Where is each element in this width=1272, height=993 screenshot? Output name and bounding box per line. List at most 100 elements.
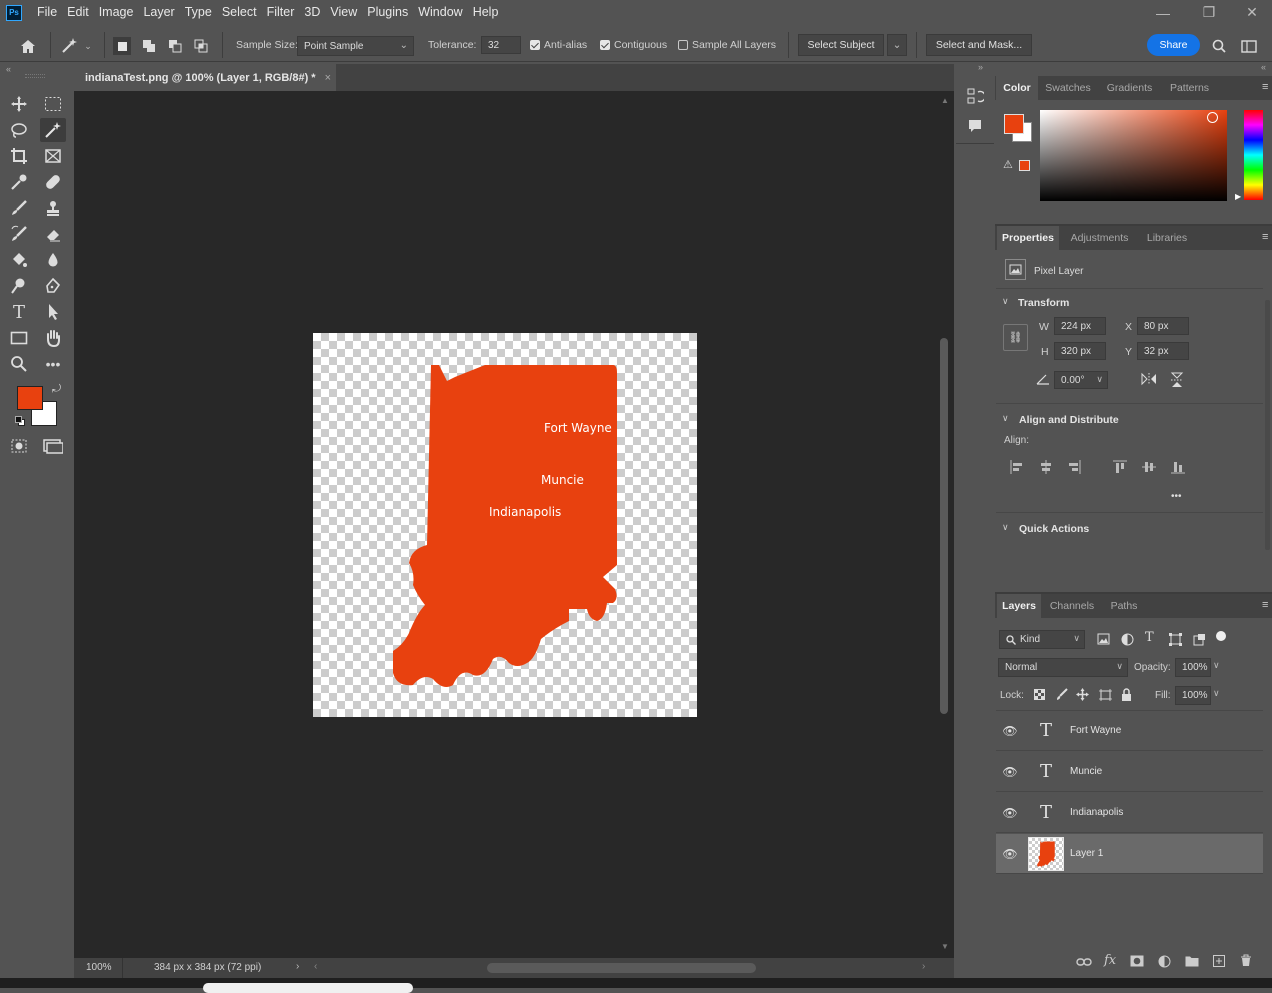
magic-wand-preset-icon[interactable] (58, 35, 80, 57)
quick-mask-icon[interactable] (6, 434, 32, 458)
home-icon[interactable] (16, 36, 40, 56)
layer-style-fx-icon[interactable]: fx (1104, 953, 1116, 968)
width-input[interactable]: 224 px (1054, 317, 1106, 335)
crop-tool-icon[interactable] (6, 144, 32, 168)
gamut-swatch[interactable] (1019, 160, 1030, 171)
chevron-down-icon[interactable]: ∨ (1213, 688, 1220, 699)
panel-menu-icon[interactable]: ≡ (1262, 81, 1268, 93)
lock-all-icon[interactable] (1121, 688, 1132, 704)
menu-layer[interactable]: Layer (138, 0, 179, 25)
pen-tool-icon[interactable] (40, 274, 66, 298)
sample-size-select[interactable]: Point Sample ⌄ (297, 36, 414, 56)
scroll-left-icon[interactable]: ‹ (314, 961, 317, 972)
menu-filter[interactable]: Filter (262, 0, 300, 25)
close-window-button[interactable]: ✕ (1232, 0, 1272, 25)
canvas[interactable]: Fort Wayne Muncie Indianapolis (313, 333, 697, 717)
sample-all-layers-checkbox[interactable] (678, 40, 688, 50)
healing-brush-tool-icon[interactable] (40, 170, 66, 194)
color-field[interactable] (1040, 110, 1227, 201)
panel-menu-icon[interactable]: ≡ (1262, 231, 1268, 243)
hue-slider[interactable] (1244, 110, 1263, 200)
move-tool-icon[interactable] (6, 92, 32, 116)
align-vertical-center-icon[interactable] (1142, 460, 1156, 477)
flip-vertical-icon[interactable] (1170, 371, 1184, 392)
layer-row-muncie[interactable]: 👁 T Muncie (996, 752, 1263, 792)
contiguous-checkbox[interactable] (600, 40, 610, 50)
angle-input[interactable]: 0.00° ∨ (1054, 371, 1108, 389)
tolerance-input[interactable]: 32 (481, 36, 521, 54)
zoom-tool-icon[interactable] (6, 352, 32, 376)
paint-bucket-tool-icon[interactable] (6, 248, 32, 272)
eyedropper-tool-icon[interactable] (6, 170, 32, 194)
visibility-eye-icon[interactable]: 👁 (996, 806, 1024, 820)
hand-tool-icon[interactable] (40, 326, 66, 350)
lock-position-icon[interactable] (1076, 688, 1089, 704)
link-layers-icon[interactable] (1076, 956, 1092, 971)
align-bottom-icon[interactable] (1171, 460, 1185, 477)
dodge-tool-icon[interactable] (6, 274, 32, 298)
chevron-down-icon[interactable]: ∨ (1002, 522, 1009, 533)
blend-mode-select[interactable]: Normal ∨ (998, 658, 1128, 677)
workspace-icon[interactable] (1238, 36, 1260, 56)
default-colors-icon[interactable] (15, 416, 25, 426)
marquee-tool-icon[interactable] (40, 92, 66, 116)
expand-panels-icon[interactable]: » (978, 62, 983, 72)
properties-scrollbar[interactable] (1265, 300, 1270, 550)
scroll-up-icon[interactable]: ▲ (941, 96, 949, 105)
history-brush-tool-icon[interactable] (6, 222, 32, 246)
menu-view[interactable]: View (325, 0, 362, 25)
delete-layer-trash-icon[interactable] (1240, 954, 1252, 970)
collapse-icon[interactable]: « (6, 64, 11, 74)
lock-artboard-icon[interactable] (1099, 689, 1112, 704)
foreground-color-swatch[interactable] (17, 386, 43, 410)
chevron-down-icon[interactable]: ∨ (1002, 413, 1009, 424)
visibility-eye-icon[interactable]: 👁 (996, 765, 1024, 779)
align-left-icon[interactable] (1010, 460, 1024, 477)
menu-edit[interactable]: Edit (62, 0, 94, 25)
flip-horizontal-icon[interactable] (1140, 372, 1158, 389)
x-input[interactable]: 80 px (1137, 317, 1189, 335)
stamp-tool-icon[interactable] (40, 196, 66, 220)
menu-plugins[interactable]: Plugins (362, 0, 413, 25)
zoom-level[interactable]: 100% (86, 962, 112, 973)
menu-type[interactable]: Type (180, 0, 217, 25)
minimize-button[interactable]: — (1140, 0, 1186, 25)
visibility-eye-icon[interactable]: 👁 (996, 847, 1024, 861)
add-mask-icon[interactable] (1130, 955, 1144, 970)
align-right-icon[interactable] (1067, 460, 1081, 477)
lock-transparent-icon[interactable] (1034, 689, 1045, 703)
intersect-selection-icon[interactable] (192, 37, 210, 55)
vertical-scroll-thumb[interactable] (940, 338, 948, 714)
menu-image[interactable]: Image (94, 0, 139, 25)
share-button[interactable]: Share (1147, 34, 1200, 56)
layer-row-layer-1[interactable]: 👁 Layer 1 (996, 834, 1263, 874)
select-and-mask-button[interactable]: Select and Mask... (926, 34, 1032, 56)
new-group-folder-icon[interactable] (1185, 955, 1199, 970)
chevron-down-icon[interactable]: ⌄ (887, 34, 907, 56)
hue-slider-handle[interactable]: ▶ (1235, 192, 1241, 201)
path-selection-tool-icon[interactable] (40, 300, 66, 324)
lock-image-icon[interactable] (1056, 688, 1068, 704)
tab-paths[interactable]: Paths (1103, 594, 1145, 618)
layer-filter-kind-select[interactable]: Kind ∨ (999, 630, 1085, 649)
menu-window[interactable]: Window (413, 0, 467, 25)
select-subject-button[interactable]: Select Subject (798, 34, 884, 56)
lasso-tool-icon[interactable] (6, 118, 32, 142)
menu-file[interactable]: File (32, 0, 62, 25)
type-tool-icon[interactable]: T (6, 300, 32, 324)
collapse-panel-icon[interactable]: « (1261, 62, 1266, 72)
magic-wand-tool-icon[interactable] (40, 118, 66, 142)
antialias-checkbox[interactable] (530, 40, 540, 50)
grip-icon[interactable] (25, 74, 45, 78)
filter-shape-icon[interactable] (1169, 633, 1182, 649)
new-adjustment-layer-icon[interactable] (1158, 955, 1171, 971)
horizontal-scroll-thumb[interactable] (487, 963, 756, 973)
close-tab-icon[interactable]: × (325, 72, 331, 84)
layer-row-fort-wayne[interactable]: 👁 T Fort Wayne (996, 711, 1263, 751)
color-panel-foreground-swatch[interactable] (1004, 114, 1024, 134)
fill-input[interactable]: 100% (1175, 686, 1211, 705)
more-tools-icon[interactable]: ••• (40, 352, 66, 376)
filter-smart-object-icon[interactable] (1193, 633, 1206, 649)
align-top-icon[interactable] (1113, 460, 1127, 477)
add-selection-icon[interactable] (140, 37, 158, 55)
